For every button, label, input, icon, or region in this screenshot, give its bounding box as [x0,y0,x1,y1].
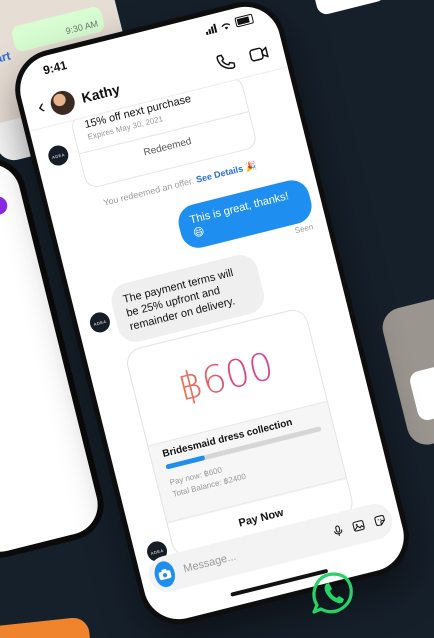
status-time: 9:41 [41,57,69,78]
seen-label: Seen [293,222,315,236]
brand-avatar: ADEA [46,143,71,168]
contact-avatar[interactable] [47,87,77,118]
wifi-icon [221,22,230,30]
back-icon[interactable]: ‹ [36,96,48,120]
see-details-link[interactable]: See Details [195,163,244,184]
camera-icon [158,568,172,581]
brand-avatar: ADEA [87,310,113,335]
payment-amount: ฿600 [131,333,320,420]
status-icons [204,13,255,35]
background-orange-shape [0,616,92,638]
video-call-icon[interactable] [245,40,272,67]
party-emoji-icon: 🎉 [244,160,258,173]
main-phone: 9:41 ‹ Kathy ADEA 15% off next purchase … [6,0,418,633]
background-message-time: 9:30 AM [64,18,100,37]
background-device-right [378,291,434,449]
whatsapp-logo-icon [312,572,353,614]
signal-icon [204,23,218,35]
battery-icon [234,13,255,28]
background-link-text: art [0,48,13,66]
gallery-icon[interactable] [350,515,367,536]
microphone-icon[interactable] [329,521,346,542]
sticker-icon[interactable] [371,510,388,531]
stage: 9:30 AM art 🎤 ▮▮▮ ◠ ▭ ✓ 9:41 [0,0,434,638]
background-check-pill-icon: ✓ [0,194,10,219]
outgoing-message[interactable]: This is great, thanks! 😄 [174,176,316,252]
background-panel [407,359,434,423]
phone-call-icon[interactable] [212,48,239,75]
camera-button[interactable] [151,559,178,590]
background-device-edge [314,0,388,17]
